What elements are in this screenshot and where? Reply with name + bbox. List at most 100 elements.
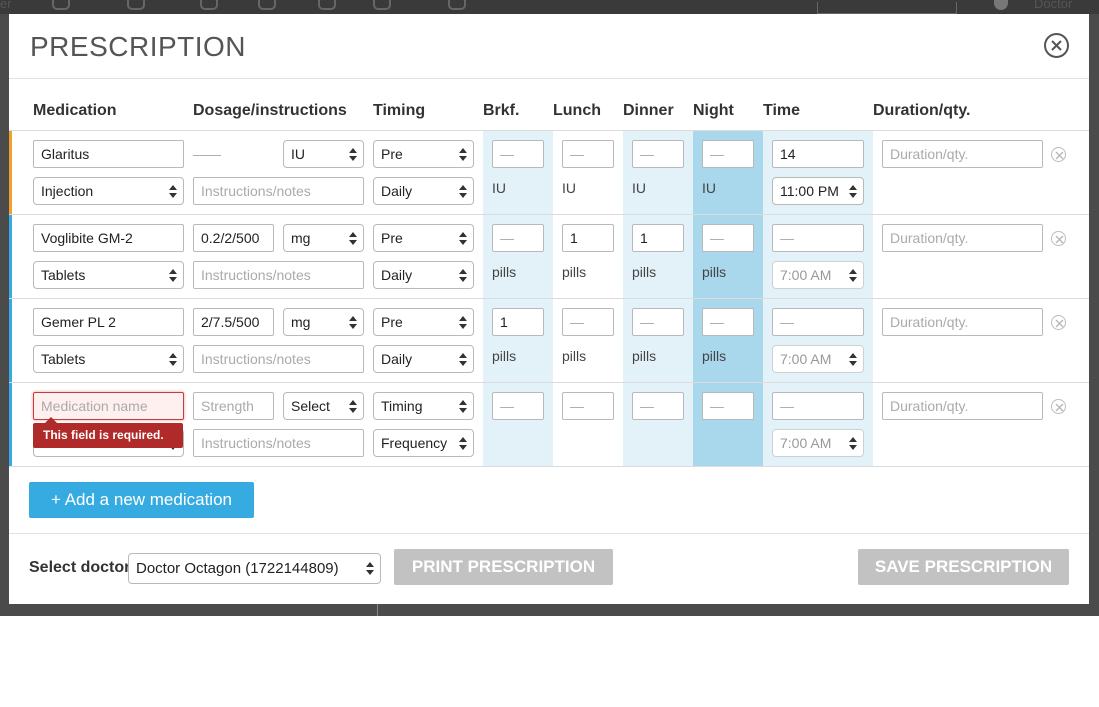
instructions-input[interactable]: Instructions/notes [193, 345, 364, 373]
select-arrows-icon [169, 269, 177, 283]
duration-input[interactable]: Duration/qty. [882, 308, 1043, 336]
instructions-input[interactable]: Instructions/notes [193, 261, 364, 289]
frequency-value: Daily [381, 267, 413, 283]
select-arrows-icon [169, 353, 177, 367]
select-arrows-icon [459, 400, 467, 414]
dose-unit-label: IU [632, 180, 646, 196]
instructions-input[interactable]: Instructions/notes [193, 429, 364, 457]
dose-unit-label: pills [492, 348, 517, 364]
night-dose-input[interactable]: — [702, 392, 754, 420]
dose-unit-label: IU [562, 180, 576, 196]
medication-name-input[interactable]: Gemer PL 2 [33, 308, 184, 336]
row-divider [9, 382, 1089, 383]
column-header-lunch: Lunch [553, 102, 601, 119]
timing-select[interactable]: Pre [373, 224, 474, 252]
dinner-dose-input[interactable]: — [632, 308, 684, 336]
time-value-input[interactable]: — [772, 224, 864, 252]
dinner-dose-input[interactable]: — [632, 392, 684, 420]
breakfast-dose-input[interactable]: — [492, 392, 544, 420]
remove-row-icon[interactable] [1051, 231, 1066, 246]
strength-input[interactable]: 2/7.5/500 [193, 308, 274, 336]
column-header-dosage: Dosage/instructions [193, 102, 347, 119]
select-arrows-icon [459, 437, 467, 451]
frequency-select[interactable]: Daily [373, 177, 474, 205]
lunch-dose-input[interactable]: 1 [562, 224, 614, 252]
bulb-icon [448, 0, 466, 10]
breakfast-dose-input[interactable]: 1 [492, 308, 544, 336]
unit-value: IU [291, 146, 305, 162]
medication-form-value: Tablets [41, 267, 86, 283]
medication-name-input[interactable]: Glaritus [33, 140, 184, 168]
dinner-dose-input[interactable]: 1 [632, 224, 684, 252]
pin-icon [200, 0, 218, 10]
dose-unit-label: pills [562, 264, 587, 280]
row-divider [9, 298, 1089, 299]
select-arrows-icon [459, 353, 467, 367]
timing-select[interactable]: Timing [373, 392, 474, 420]
strength-input[interactable]: Strength [193, 392, 274, 420]
medication-form-select[interactable]: Tablets [33, 261, 184, 289]
frequency-select[interactable]: Frequency [373, 429, 474, 457]
medication-name-input[interactable]: Voglibite GM-2 [33, 224, 184, 252]
row-status-marker [9, 215, 12, 298]
instructions-input[interactable]: Instructions/notes [193, 177, 364, 205]
time-select[interactable]: 11:00 PM [772, 177, 864, 205]
close-icon [1051, 40, 1062, 51]
unit-select[interactable]: mg [283, 308, 364, 336]
medication-form-select[interactable]: Tablets [33, 345, 184, 373]
lunch-dose-input[interactable]: — [562, 140, 614, 168]
unit-select[interactable]: mg [283, 224, 364, 252]
time-select[interactable]: 7:00 AM [772, 345, 864, 373]
column-header-night: Night [693, 102, 734, 119]
column-header-medication: Medication [33, 102, 117, 119]
print-prescription-button[interactable]: PRINT PRESCRIPTION [394, 549, 613, 585]
unit-select[interactable]: Select [283, 392, 364, 420]
time-value-input[interactable]: — [772, 392, 864, 420]
select-arrows-icon [459, 269, 467, 283]
medication-name-input[interactable]: Medication name [33, 392, 184, 420]
row-status-marker [9, 383, 12, 466]
duration-input[interactable]: Duration/qty. [882, 140, 1043, 168]
frequency-value: Daily [381, 351, 413, 367]
dose-unit-label: pills [702, 264, 727, 280]
night-dose-input[interactable]: — [702, 140, 754, 168]
timing-select[interactable]: Pre [373, 308, 474, 336]
timing-select[interactable]: Pre [373, 140, 474, 168]
night-dose-input[interactable]: — [702, 224, 754, 252]
remove-row-icon[interactable] [1051, 315, 1066, 330]
unit-select[interactable]: IU [283, 140, 364, 168]
dose-unit-label: pills [632, 348, 657, 364]
time-select[interactable]: 7:00 AM [772, 261, 864, 289]
time-select[interactable]: 7:00 AM [772, 429, 864, 457]
modal-title: PRESCRIPTION [30, 31, 247, 62]
select-arrows-icon [849, 353, 857, 367]
medication-form-select[interactable]: Injection [33, 177, 184, 205]
frequency-select[interactable]: Daily [373, 261, 474, 289]
frequency-select[interactable]: Daily [373, 345, 474, 373]
duration-input[interactable]: Duration/qty. [882, 224, 1043, 252]
remove-row-icon[interactable] [1051, 147, 1066, 162]
breakfast-dose-input[interactable]: — [492, 140, 544, 168]
close-icon [1055, 403, 1064, 412]
lunch-dose-input[interactable]: — [562, 392, 614, 420]
breakfast-dose-input[interactable]: — [492, 224, 544, 252]
remove-row-icon[interactable] [1051, 399, 1066, 414]
save-prescription-button[interactable]: SAVE PRESCRIPTION [858, 549, 1069, 585]
time-value-input[interactable]: — [772, 308, 864, 336]
time-value-input[interactable]: 14 [772, 140, 864, 168]
dose-unit-label: pills [632, 264, 657, 280]
divider [377, 604, 378, 616]
row-divider [9, 466, 1089, 467]
select-arrows-icon [366, 562, 374, 576]
close-button[interactable] [1044, 33, 1069, 58]
unit-value: mg [291, 230, 311, 246]
doctor-select[interactable]: Doctor Octagon (1722144809) [128, 553, 381, 584]
row-divider [9, 130, 1089, 131]
lunch-dose-input[interactable]: — [562, 308, 614, 336]
dinner-dose-input[interactable]: — [632, 140, 684, 168]
strength-input[interactable]: 0.2/2/500 [193, 224, 274, 252]
night-dose-input[interactable]: — [702, 308, 754, 336]
duration-input[interactable]: Duration/qty. [882, 392, 1043, 420]
unit-value: Select [291, 398, 330, 414]
add-medication-button[interactable]: + Add a new medication [29, 482, 254, 518]
